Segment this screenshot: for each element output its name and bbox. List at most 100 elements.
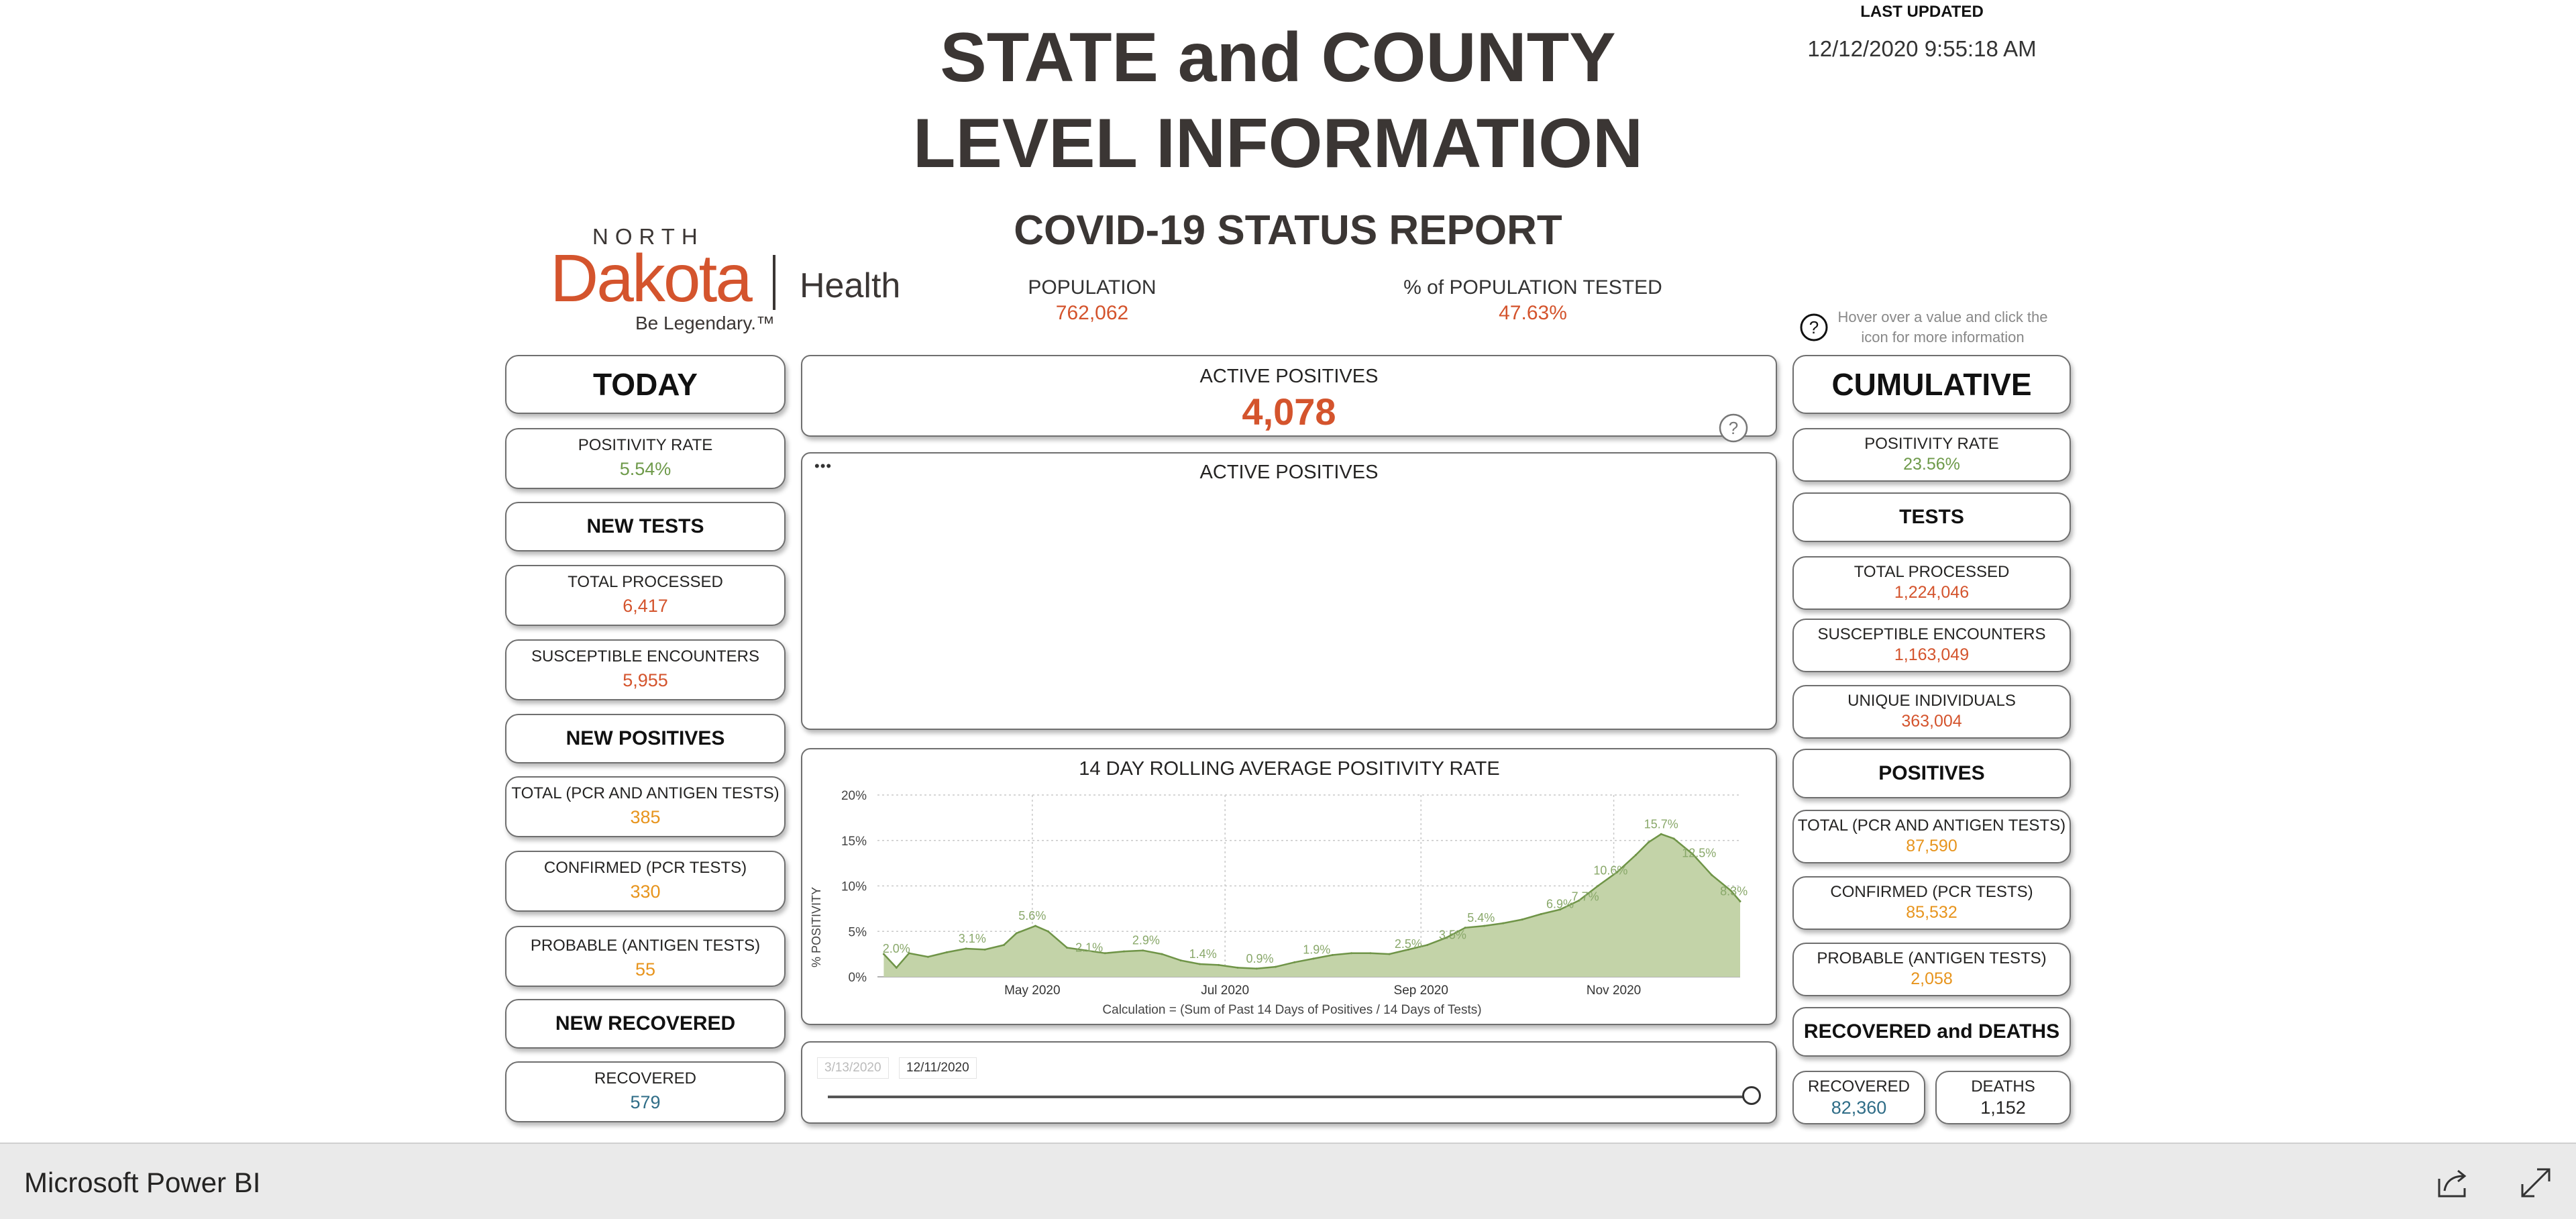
cum-positivity-value[interactable]: 23.56% <box>1794 455 2070 474</box>
logo-divider <box>773 255 775 310</box>
slicer-track[interactable] <box>828 1096 1752 1098</box>
slicer-handle[interactable] <box>1742 1086 1761 1105</box>
chart-data-label: 1.4% <box>1189 947 1217 961</box>
cum-probable-value[interactable]: 2,058 <box>1794 969 2070 989</box>
chart-data-point <box>1275 965 1277 968</box>
cum-confirmed-card[interactable]: CONFIRMED (PCR TESTS) 85,532 <box>1792 876 2071 930</box>
chart-data-label: 2.1% <box>1075 941 1103 955</box>
chart-x-tick-label: Jul 2020 <box>1201 984 1249 998</box>
svg-text:?: ? <box>1729 418 1738 438</box>
cum-tests-title: TESTS <box>1899 506 1964 528</box>
today-total-processed-card[interactable]: TOTAL PROCESSED 6,417 <box>505 565 786 626</box>
chart-data-point <box>1739 900 1741 902</box>
cum-rec-deaths-title: RECOVERED and DEATHS <box>1803 1020 2060 1043</box>
cum-recovered-label: RECOVERED <box>1807 1077 1911 1096</box>
cum-unique-label: UNIQUE INDIVIDUALS <box>1847 692 2016 710</box>
chart-data-label: 5.4% <box>1467 911 1495 924</box>
page-title-line1: STATE and COUNTY <box>940 19 1616 97</box>
chart-data-label: 2.5% <box>1395 937 1422 951</box>
cum-unique-card[interactable]: UNIQUE INDIVIDUALS 363,004 <box>1792 685 2071 739</box>
new-positives-title: NEW POSITIVES <box>566 727 725 749</box>
today-probable-value[interactable]: 55 <box>506 959 784 980</box>
cum-total-positives-value[interactable]: 87,590 <box>1794 837 2070 856</box>
cum-susceptible-value[interactable]: 1,163,049 <box>1794 645 2070 665</box>
chart-data-label: 2.0% <box>883 942 910 955</box>
new-recovered-title: NEW RECOVERED <box>555 1012 736 1035</box>
cum-total-processed-card[interactable]: TOTAL PROCESSED 1,224,046 <box>1792 556 2071 610</box>
cum-recovered-card[interactable]: RECOVERED 82,360 <box>1792 1071 1925 1124</box>
chart-data-point <box>1502 922 1505 924</box>
slicer-end-date[interactable]: 12/11/2020 <box>899 1057 977 1079</box>
chart-data-label: 10.6% <box>1593 863 1627 877</box>
chart-data-label: 3.1% <box>959 932 986 945</box>
today-total-positives-card[interactable]: TOTAL (PCR AND ANTIGEN TESTS) 385 <box>505 776 786 837</box>
active-help-icon[interactable]: ? <box>1718 413 1749 443</box>
cum-probable-label: PROBABLE (ANTIGEN TESTS) <box>1817 949 2047 967</box>
share-icon[interactable] <box>2434 1164 2471 1202</box>
cum-probable-card[interactable]: PROBABLE (ANTIGEN TESTS) 2,058 <box>1792 943 2071 996</box>
chart-y-tick-label: 15% <box>841 835 867 849</box>
date-slicer-panel[interactable]: 3/13/2020 12/11/2020 <box>801 1041 1777 1124</box>
cum-positivity-card[interactable]: POSITIVITY RATE 23.56% <box>1792 428 2071 482</box>
active-positives-label: ACTIVE POSITIVES <box>1199 366 1379 387</box>
population-value[interactable]: 762,062 <box>985 302 1199 325</box>
chart-data-point <box>1369 952 1372 955</box>
new-tests-header: NEW TESTS <box>505 502 786 551</box>
active-positives-panel-title: ACTIVE POSITIVES <box>1199 462 1379 483</box>
today-confirmed-card[interactable]: CONFIRMED (PCR TESTS) 330 <box>505 851 786 912</box>
today-positivity-card[interactable]: POSITIVITY RATE 5.54% <box>505 428 786 489</box>
today-recovered-card[interactable]: RECOVERED 579 <box>505 1061 786 1122</box>
cum-total-positives-card[interactable]: TOTAL (PCR AND ANTIGEN TESTS) 87,590 <box>1792 810 2071 863</box>
today-susceptible-card[interactable]: SUSCEPTIBLE ENCOUNTERS 5,955 <box>505 639 786 700</box>
cum-unique-value[interactable]: 363,004 <box>1794 712 2070 731</box>
expand-icon[interactable] <box>2517 1164 2555 1202</box>
slicer-start-date[interactable]: 3/13/2020 <box>817 1057 889 1079</box>
today-susceptible-label: SUSCEPTIBLE ENCOUNTERS <box>531 647 760 666</box>
chart-y-tick-label: 10% <box>841 880 867 894</box>
today-probable-label: PROBABLE (ANTIGEN TESTS) <box>530 937 761 955</box>
page-title: STATE and COUNTY LEVEL INFORMATION <box>879 15 1677 187</box>
chart-data-point <box>1199 963 1201 965</box>
chart-calculation-note: Calculation = (Sum of Past 14 Days of Po… <box>1102 1003 1481 1017</box>
today-probable-card[interactable]: PROBABLE (ANTIGEN TESTS) 55 <box>505 926 786 987</box>
today-recovered-value[interactable]: 579 <box>506 1092 784 1113</box>
chart-data-point <box>1293 961 1296 963</box>
chart-data-point <box>1647 841 1650 843</box>
chart-data-point <box>926 955 929 958</box>
logo-dakota: Dakota <box>550 241 753 316</box>
cum-recovered-value[interactable]: 82,360 <box>1794 1098 1924 1118</box>
today-confirmed-value[interactable]: 330 <box>506 882 784 902</box>
today-recovered-label: RECOVERED <box>594 1069 697 1088</box>
today-susceptible-value[interactable]: 5,955 <box>506 670 784 691</box>
today-total-positives-value[interactable]: 385 <box>506 807 784 828</box>
cum-total-positives-label: TOTAL (PCR AND ANTIGEN TESTS) <box>1797 816 2066 835</box>
chart-data-point <box>1066 947 1069 949</box>
last-updated-value: 12/12/2020 9:55:18 AM <box>1807 36 2037 61</box>
app-name: Microsoft Power BI <box>24 1167 261 1198</box>
cum-confirmed-label: CONFIRMED (PCR TESTS) <box>1830 883 2033 901</box>
active-positives-card[interactable]: ACTIVE POSITIVES 4,078 ? <box>801 355 1777 443</box>
chart-data-label: 6.9% <box>1546 898 1574 911</box>
active-positives-map-panel[interactable]: ••• ACTIVE POSITIVES <box>801 452 1777 730</box>
cum-positives-title: POSITIVES <box>1878 762 1985 784</box>
chart-data-point <box>895 966 898 969</box>
positivity-chart-panel[interactable]: 14 DAY ROLLING AVERAGE POSITIVITY RATE %… <box>801 748 1777 1025</box>
chart-y-axis-label: % POSITIVITY <box>810 887 823 967</box>
chart-x-tick-label: Nov 2020 <box>1587 984 1641 998</box>
cum-susceptible-card[interactable]: SUSCEPTIBLE ENCOUNTERS 1,163,049 <box>1792 619 2071 672</box>
active-positives-value[interactable]: 4,078 <box>802 390 1776 433</box>
chart-x-tick-label: May 2020 <box>1004 984 1060 998</box>
cum-confirmed-value[interactable]: 85,532 <box>1794 903 2070 922</box>
cum-deaths-value[interactable]: 1,152 <box>1937 1098 2070 1118</box>
today-total-processed-label: TOTAL PROCESSED <box>568 573 723 591</box>
logo-health: Health <box>800 266 901 305</box>
cumulative-header: CUMULATIVE <box>1792 355 2071 414</box>
today-total-processed-value[interactable]: 6,417 <box>506 596 784 617</box>
chart-data-point <box>1521 918 1523 921</box>
nd-health-logo: NORTH Dakota Health Be Legendary.™ <box>550 220 900 341</box>
cum-deaths-card[interactable]: DEATHS 1,152 <box>1935 1071 2071 1124</box>
pct-tested-value[interactable]: 47.63% <box>1382 302 1684 325</box>
cum-total-processed-value[interactable]: 1,224,046 <box>1794 583 2070 602</box>
today-positivity-value[interactable]: 5.54% <box>506 459 784 480</box>
help-icon[interactable]: ? <box>1799 313 1829 342</box>
